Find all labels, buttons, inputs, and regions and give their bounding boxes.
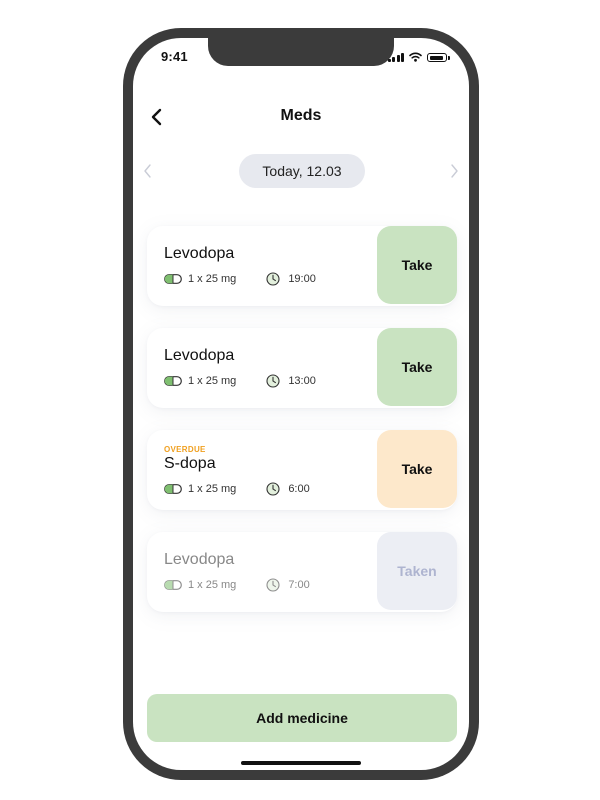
medication-name: Levodopa — [164, 347, 235, 364]
dose-text: 1 x 25 mg — [188, 273, 237, 285]
time-text: 6:00 — [288, 483, 310, 495]
clock-icon — [266, 578, 280, 592]
pill-icon — [164, 274, 182, 284]
take-button[interactable]: Take — [377, 226, 457, 304]
medication-name: Levodopa — [164, 245, 235, 262]
dose-text: 1 x 25 mg — [188, 579, 237, 591]
medication-card: Levodopa 1 x 25 mg 19:00 Take — [147, 226, 457, 306]
battery-icon — [427, 53, 450, 62]
pill-icon — [164, 484, 182, 494]
wifi-icon — [409, 52, 422, 62]
medication-meta: 1 x 25 mg 13:00 — [164, 374, 316, 388]
previous-day-chevron-icon[interactable] — [141, 163, 155, 179]
medication-name: S-dopa — [164, 455, 216, 472]
time-text: 13:00 — [288, 375, 316, 387]
phone-frame: 9:41 Meds Today, 12.03 Levodopa 1 x 25 m… — [123, 28, 479, 780]
take-button[interactable]: Take — [377, 328, 457, 406]
medication-meta: 1 x 25 mg 7:00 — [164, 578, 310, 592]
clock-icon — [266, 482, 280, 496]
time-text: 19:00 — [288, 273, 316, 285]
medication-card-overdue: OVERDUE S-dopa 1 x 25 mg 6:00 Take — [147, 430, 457, 510]
take-button[interactable]: Take — [377, 430, 457, 508]
medication-list: Levodopa 1 x 25 mg 19:00 Take Levodopa 1… — [147, 226, 457, 634]
status-time: 9:41 — [161, 49, 188, 64]
clock-icon — [266, 272, 280, 286]
overdue-badge: OVERDUE — [164, 445, 206, 454]
status-icons — [387, 52, 450, 62]
pill-icon — [164, 580, 182, 590]
date-pill[interactable]: Today, 12.03 — [239, 154, 365, 188]
dose-text: 1 x 25 mg — [188, 375, 237, 387]
notch — [208, 38, 394, 66]
dose-text: 1 x 25 mg — [188, 483, 237, 495]
app-screen: 9:41 Meds Today, 12.03 Levodopa 1 x 25 m… — [133, 38, 469, 770]
home-indicator — [241, 761, 361, 765]
medication-name: Levodopa — [164, 551, 235, 568]
medication-meta: 1 x 25 mg 6:00 — [164, 482, 310, 496]
medication-card: Levodopa 1 x 25 mg 13:00 Take — [147, 328, 457, 408]
clock-icon — [266, 374, 280, 388]
header: Meds — [133, 102, 469, 132]
next-day-chevron-icon[interactable] — [447, 163, 461, 179]
medication-meta: 1 x 25 mg 19:00 — [164, 272, 316, 286]
taken-button[interactable]: Taken — [377, 532, 457, 610]
date-navigator: Today, 12.03 — [133, 154, 469, 188]
time-text: 7:00 — [288, 579, 310, 591]
medication-card-taken: Levodopa 1 x 25 mg 7:00 Taken — [147, 532, 457, 612]
add-medicine-button[interactable]: Add medicine — [147, 694, 457, 742]
page-title: Meds — [280, 107, 322, 124]
signal-icon — [387, 52, 404, 62]
pill-icon — [164, 376, 182, 386]
